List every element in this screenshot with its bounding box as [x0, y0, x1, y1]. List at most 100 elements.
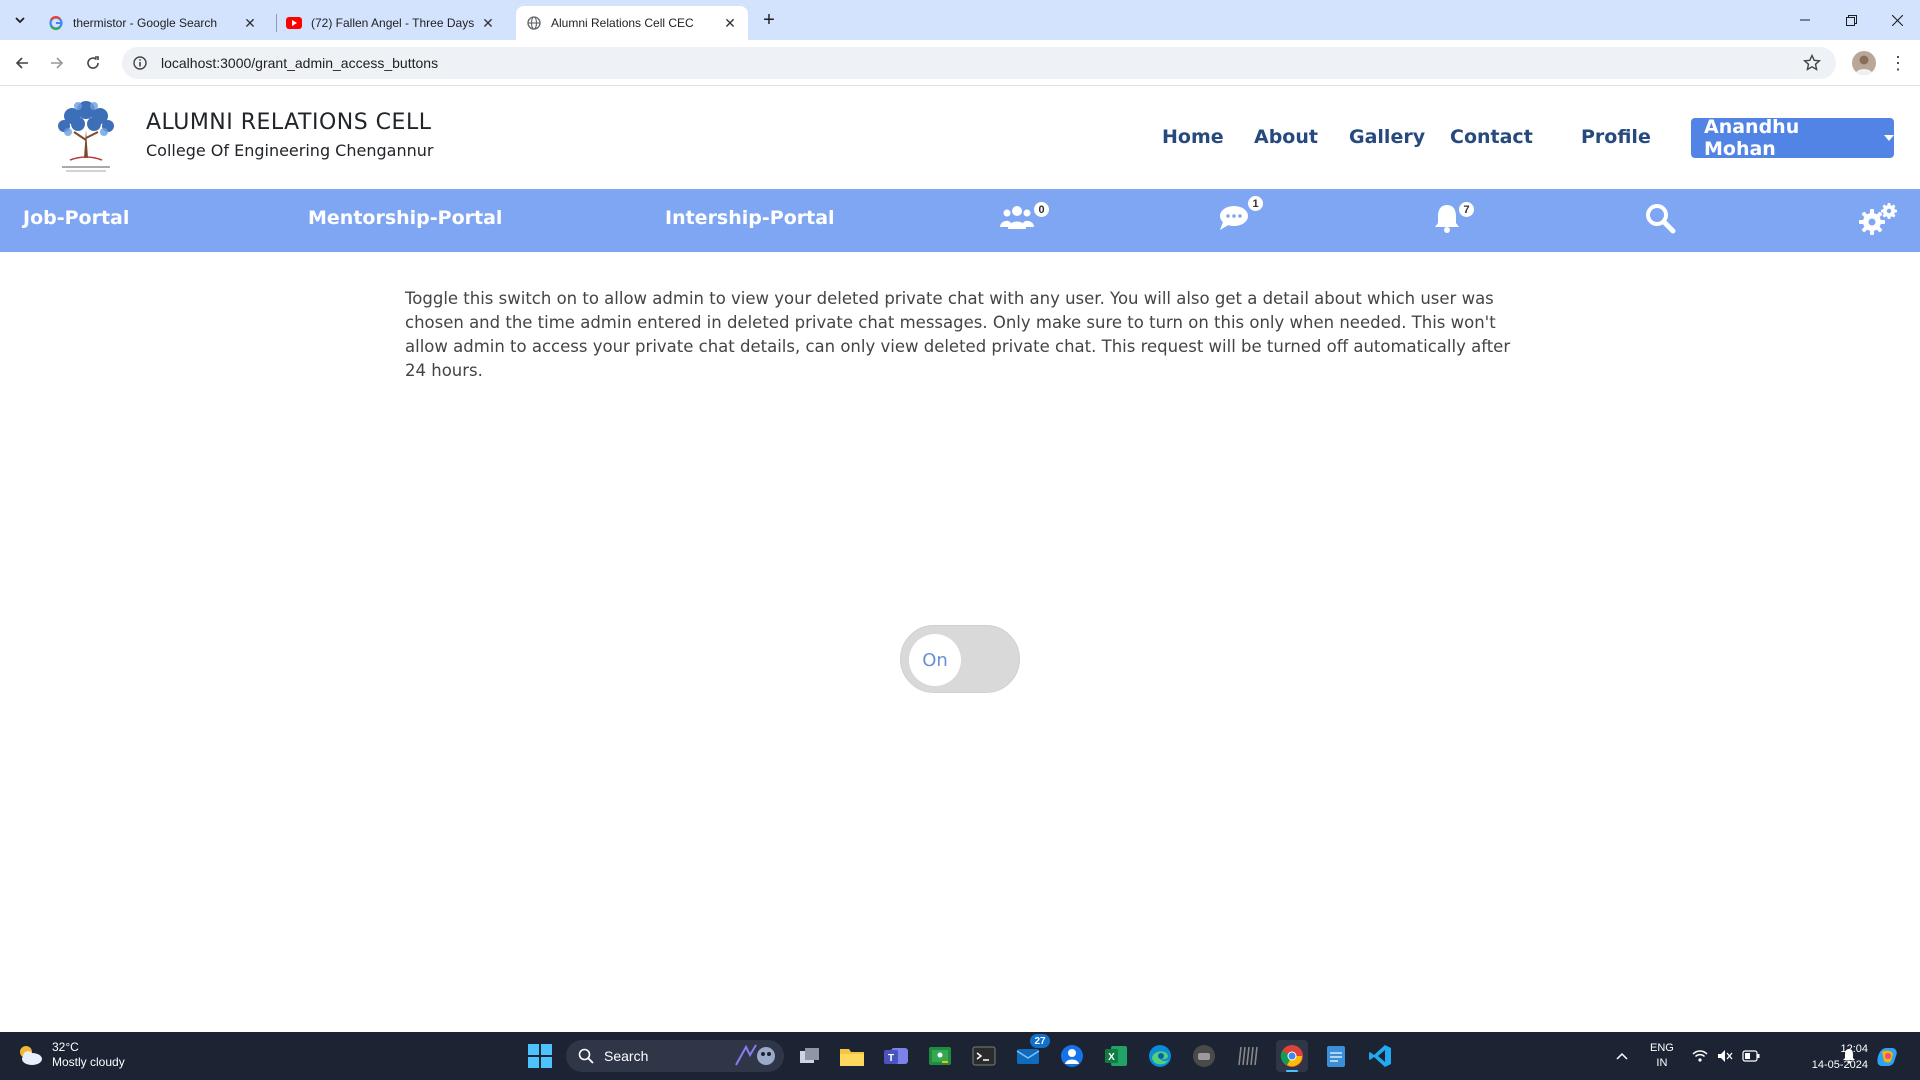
tree-logo — [58, 101, 114, 172]
tab-title: (72) Fallen Angel - Three Days G — [311, 16, 474, 30]
google-icon — [48, 15, 64, 31]
volume-muted-icon — [1718, 1050, 1733, 1062]
windows-taskbar: 32°C Mostly cloudy Search T 27 X ENG IN … — [0, 1032, 1920, 1080]
friends-count-badge: 0 — [1034, 202, 1049, 217]
windows-logo-icon — [528, 1044, 552, 1068]
notifications-count-badge: 7 — [1459, 202, 1474, 217]
task-view-button[interactable] — [794, 1040, 826, 1072]
tab-title: Alumni Relations Cell CEC — [551, 16, 694, 30]
portal-bar: Job-Portal Mentorship-Portal Intership-P… — [0, 189, 1920, 252]
browser-menu-icon[interactable]: ⋮ — [1888, 51, 1908, 75]
google-classroom-icon — [929, 1047, 951, 1065]
active-indicator — [1286, 1070, 1298, 1072]
back-button[interactable] — [9, 50, 35, 76]
copilot-button[interactable] — [1874, 1032, 1900, 1080]
lang-region: IN — [1656, 1057, 1668, 1069]
restore-button[interactable] — [1828, 0, 1874, 40]
app-button-3[interactable] — [1232, 1040, 1264, 1072]
bell-icon — [1435, 205, 1459, 233]
site-title: ALUMNI RELATIONS CELL — [146, 110, 432, 135]
toggle-label: On — [922, 649, 948, 671]
chrome-button[interactable] — [1276, 1040, 1308, 1072]
terminal-button[interactable] — [968, 1040, 1000, 1072]
admin-access-toggle[interactable]: On — [900, 625, 1020, 693]
close-icon[interactable]: ✕ — [242, 15, 258, 31]
nav-contact-link[interactable]: Contact — [1450, 126, 1533, 148]
vscode-button[interactable] — [1364, 1040, 1396, 1072]
start-button[interactable] — [524, 1040, 556, 1072]
mail-button[interactable]: 27 — [1012, 1034, 1050, 1072]
arrow-right-icon — [51, 57, 64, 69]
browser-tab-strip: thermistor - Google Search ✕ (72) Fallen… — [0, 0, 1920, 40]
tab-alumni-relations[interactable]: Alumni Relations Cell CEC ✕ — [516, 6, 748, 40]
nav-profile-link[interactable]: Profile — [1581, 126, 1651, 148]
excel-icon: X — [1105, 1046, 1127, 1066]
toggle-knob: On — [909, 634, 961, 686]
youtube-icon — [286, 15, 302, 31]
wifi-icon — [1692, 1050, 1708, 1062]
settings-button[interactable] — [1858, 202, 1902, 238]
close-icon[interactable]: ✕ — [722, 15, 738, 31]
minimize-icon — [1800, 19, 1810, 21]
new-tab-button[interactable]: + — [757, 8, 781, 32]
messages-count-badge: 1 — [1248, 196, 1263, 211]
user-dropdown-button[interactable]: Anandhu Mohan — [1691, 116, 1894, 160]
forward-button[interactable] — [44, 50, 70, 76]
search-button[interactable] — [1644, 202, 1688, 238]
clock-date: 14-05-2024 — [1811, 1059, 1868, 1071]
address-bar[interactable]: localhost:3000/grant_admin_access_button… — [122, 47, 1836, 79]
friends-button[interactable]: 0 — [999, 202, 1049, 238]
caret-down-icon — [1884, 135, 1894, 141]
nav-about-link[interactable]: About — [1254, 126, 1318, 148]
tab-google-search[interactable]: thermistor - Google Search ✕ — [38, 6, 268, 40]
tray-overflow-button[interactable] — [1616, 1032, 1628, 1080]
clock-time: 12:04 — [1840, 1043, 1868, 1055]
bell-icon — [1843, 1049, 1855, 1064]
job-portal-link[interactable]: Job-Portal — [23, 207, 129, 229]
edge-icon — [1149, 1045, 1171, 1067]
notification-center-button[interactable] — [1842, 1032, 1856, 1080]
close-icon[interactable]: ✕ — [480, 15, 496, 31]
tab-title: thermistor - Google Search — [73, 16, 218, 30]
globe-icon — [526, 15, 542, 31]
internship-portal-link[interactable]: Intership-Portal — [665, 207, 835, 229]
folder-icon — [840, 1049, 864, 1066]
bookmark-star-icon[interactable] — [1802, 53, 1822, 73]
nav-gallery-link[interactable]: Gallery — [1349, 126, 1425, 148]
user-name: Anandhu Mohan — [1704, 116, 1800, 160]
mentorship-portal-link[interactable]: Mentorship-Portal — [308, 207, 502, 229]
app-icon — [1061, 1045, 1083, 1067]
tab-youtube[interactable]: (72) Fallen Angel - Three Days G ✕ — [276, 6, 506, 40]
classroom-button[interactable] — [924, 1040, 956, 1072]
system-tray-icons[interactable] — [1692, 1032, 1760, 1080]
notifications-button[interactable]: 7 — [1432, 202, 1476, 238]
tab-search-button[interactable] — [8, 8, 32, 32]
chat-bubble-icon — [1220, 206, 1248, 230]
task-view-icon — [800, 1048, 819, 1063]
notepad-icon — [1327, 1046, 1345, 1067]
site-info-icon[interactable] — [132, 55, 148, 71]
teams-button[interactable]: T — [880, 1040, 912, 1072]
weather-temp: 32°C — [52, 1040, 79, 1054]
close-window-button[interactable] — [1874, 0, 1920, 40]
site-header: ALUMNI RELATIONS CELL College Of Enginee… — [0, 86, 1920, 189]
reload-button[interactable] — [80, 50, 106, 76]
weather-widget[interactable]: 32°C Mostly cloudy — [16, 1040, 125, 1070]
notepad-button[interactable] — [1320, 1040, 1352, 1072]
lang-code: ENG — [1650, 1042, 1674, 1054]
minimize-button[interactable] — [1782, 0, 1828, 40]
access-description: Toggle this switch on to allow admin to … — [405, 289, 1511, 380]
nav-home-link[interactable]: Home — [1162, 126, 1224, 148]
file-explorer-button[interactable] — [836, 1040, 868, 1072]
app-button[interactable] — [1056, 1040, 1088, 1072]
messages-button[interactable]: 1 — [1218, 196, 1263, 238]
copilot-icon — [1877, 1048, 1897, 1066]
cloudy-weather-icon — [20, 1046, 42, 1065]
excel-button[interactable]: X — [1100, 1040, 1132, 1072]
taskbar-search[interactable]: Search — [566, 1040, 784, 1072]
edge-button[interactable] — [1144, 1040, 1176, 1072]
clock[interactable]: 12:04 14-05-2024 — [1812, 1041, 1868, 1073]
profile-avatar[interactable] — [1852, 51, 1876, 75]
app-button-2[interactable] — [1188, 1040, 1220, 1072]
language-indicator[interactable]: ENG IN — [1650, 1032, 1674, 1080]
